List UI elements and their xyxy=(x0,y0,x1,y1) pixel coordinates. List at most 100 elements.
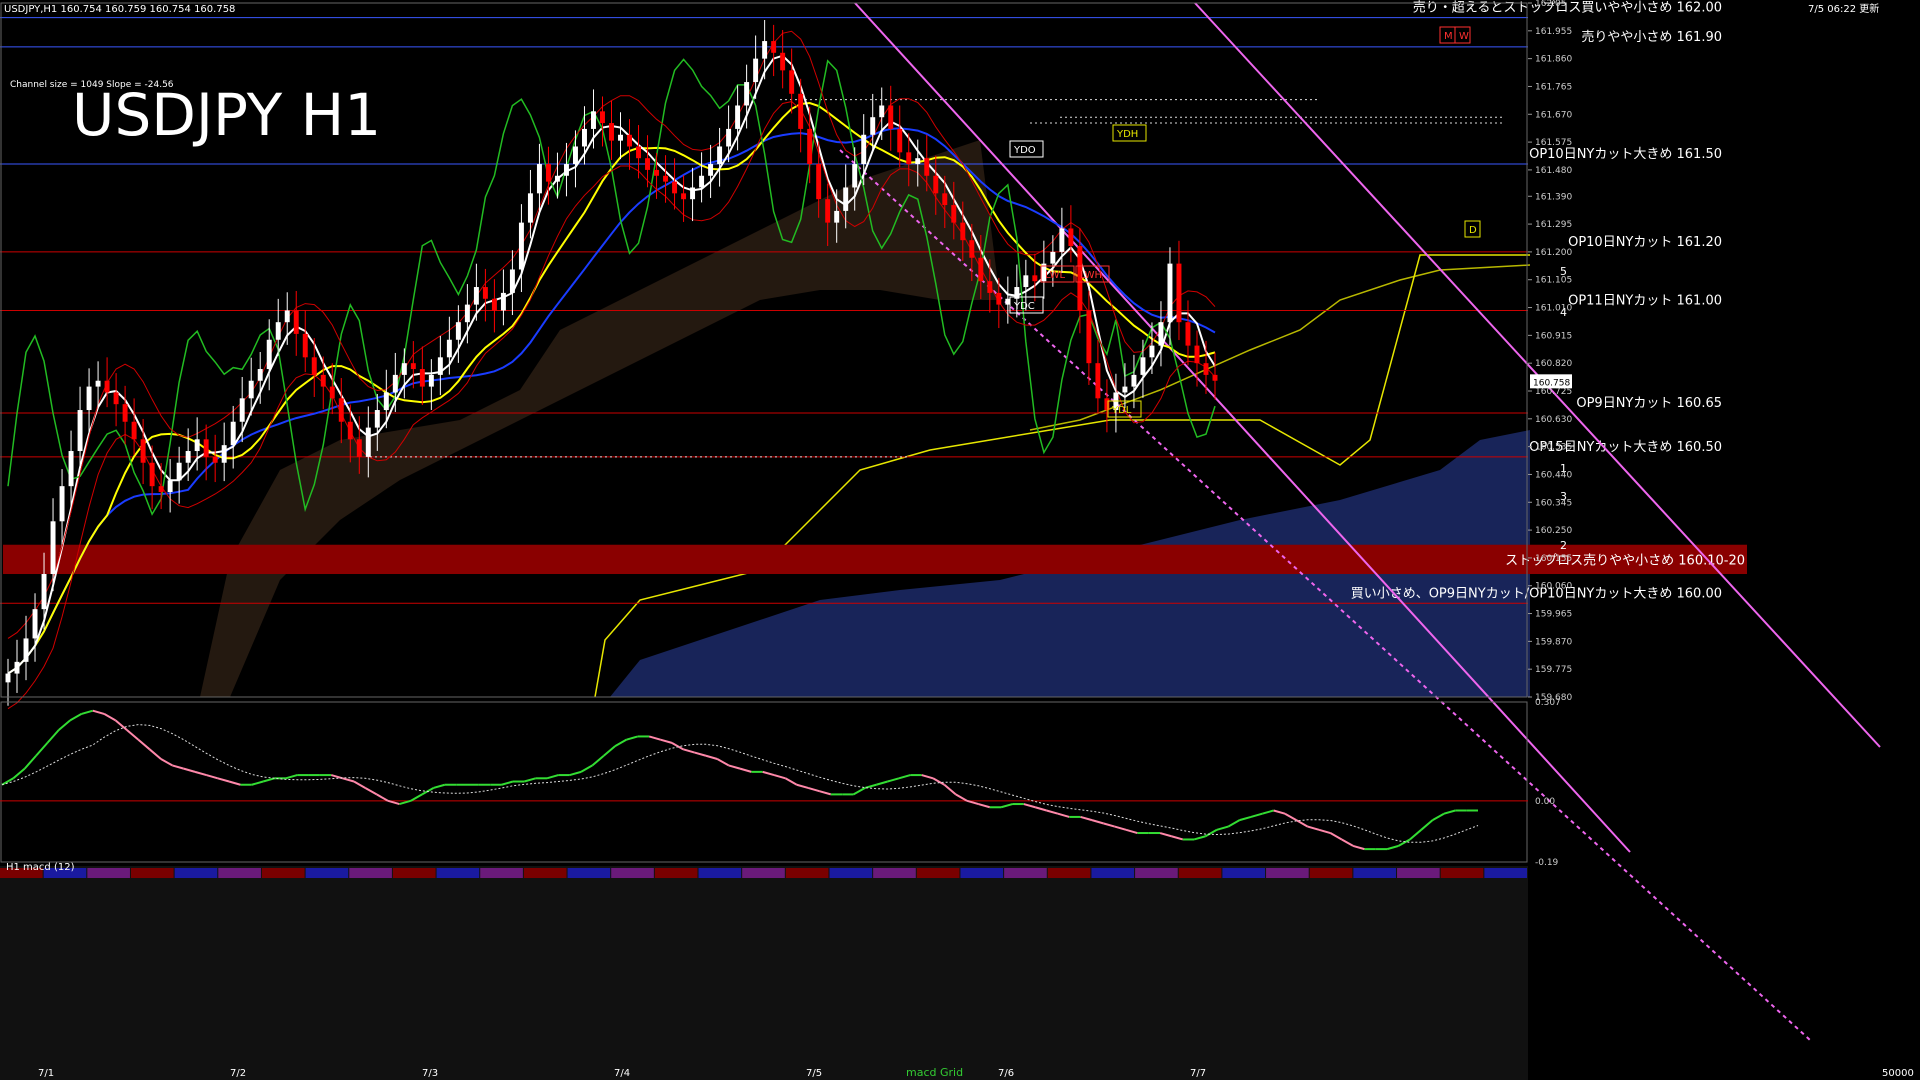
marker-w: W xyxy=(1459,31,1469,42)
x-tick-label: 7/5 xyxy=(806,1068,822,1079)
macd-tick-label: 0.307 xyxy=(1535,698,1561,708)
candle-body xyxy=(1194,345,1200,364)
candle-body xyxy=(996,292,1002,305)
time-axis-segment xyxy=(523,868,567,878)
candle-body xyxy=(762,41,768,59)
candle-body xyxy=(176,462,182,481)
candle-body xyxy=(861,134,867,165)
candle-body xyxy=(987,281,993,293)
candle-body xyxy=(140,439,146,463)
y-tick-label: 160.535 xyxy=(1535,443,1572,453)
time-axis-segment xyxy=(611,868,654,878)
candle-body xyxy=(473,287,479,305)
candle-body xyxy=(1122,386,1128,393)
candle-body xyxy=(14,661,20,674)
candle-body xyxy=(726,128,732,147)
candle-body xyxy=(888,105,894,129)
time-axis-segment xyxy=(1004,868,1047,878)
candle-body xyxy=(915,158,921,165)
time-axis-segment xyxy=(1353,868,1397,878)
stop-loss-zone-bar xyxy=(3,544,1747,575)
candle-body xyxy=(500,292,506,311)
candle-body xyxy=(1131,374,1137,387)
candle-body xyxy=(744,82,750,106)
candle-body xyxy=(645,158,651,170)
candle-body xyxy=(104,380,110,393)
candle-body xyxy=(59,486,65,522)
candle-body xyxy=(230,421,236,446)
marker-lwh: LWH xyxy=(1080,270,1102,281)
candle-body xyxy=(338,398,344,422)
y-tick-label: 160.155 xyxy=(1535,554,1572,564)
time-axis-segment xyxy=(1135,868,1178,878)
candle-body xyxy=(545,164,551,182)
marker-ydl: YDL xyxy=(1111,405,1132,416)
candle-body xyxy=(482,287,488,299)
candle-body xyxy=(816,164,822,200)
candle-body xyxy=(572,146,578,165)
symbol-line: USDJPY,H1 160.754 160.759 160.754 160.75… xyxy=(4,4,235,15)
candle-body xyxy=(464,304,470,323)
candle-body xyxy=(77,410,83,452)
candle-body xyxy=(365,427,371,457)
candle-body xyxy=(1095,363,1101,399)
candle-body xyxy=(852,164,858,188)
level-label: OP9日NYカット 160.65 xyxy=(1576,396,1722,411)
time-axis-segment xyxy=(1397,868,1440,878)
candle-body xyxy=(68,451,74,487)
candle-body xyxy=(951,205,957,223)
time-axis-segment xyxy=(1047,868,1091,878)
candle-body xyxy=(1104,398,1110,411)
candle-body xyxy=(527,193,533,223)
marker-d: D xyxy=(1469,225,1477,236)
candle-body xyxy=(347,421,353,440)
candle-body xyxy=(5,673,11,683)
time-axis-segment xyxy=(829,868,873,878)
marker-ydc: YDC xyxy=(1013,301,1035,312)
candle-body xyxy=(392,374,398,393)
candle-body xyxy=(509,269,515,293)
candle-body xyxy=(50,521,56,575)
candle-body xyxy=(582,128,587,147)
time-axis-segment xyxy=(1091,868,1135,878)
updated-time: 7/5 06:22 更新 xyxy=(1808,2,1879,15)
x-tick-label: 7/4 xyxy=(614,1068,630,1079)
candle-body xyxy=(131,421,137,440)
candle-body xyxy=(834,210,840,223)
time-axis-segment xyxy=(873,868,916,878)
y-tick-label: 161.765 xyxy=(1535,82,1572,92)
candle-body xyxy=(311,357,317,375)
candle-body xyxy=(897,128,903,153)
candle-body xyxy=(1068,228,1074,247)
candle-body xyxy=(446,339,452,358)
candle-body xyxy=(374,410,380,428)
candle-body xyxy=(302,333,308,358)
y-tick-label: 161.670 xyxy=(1535,110,1572,120)
time-axis-segment xyxy=(174,868,218,878)
y-tick-label: 161.105 xyxy=(1535,276,1572,286)
y-tick-label: 160.440 xyxy=(1535,470,1572,480)
y-tick-label: 162.05 xyxy=(1535,0,1567,9)
candle-body xyxy=(239,398,245,422)
price-chart: ストップロス売りやや小さめ 160.10-20 売り・超えるとストップロス買いや… xyxy=(0,0,1920,1080)
candle-body xyxy=(753,58,759,83)
candle-body xyxy=(906,152,912,165)
time-axis-segment xyxy=(392,868,436,878)
y-tick-label: 160.725 xyxy=(1535,387,1572,397)
bottom-value: 50000 xyxy=(1882,1068,1914,1079)
candle-body xyxy=(681,193,687,200)
candle-body xyxy=(1086,310,1092,364)
time-axis-segment xyxy=(1484,868,1527,878)
time-axis-segment xyxy=(480,868,523,878)
candle-body xyxy=(221,445,227,463)
candle-body xyxy=(1158,322,1164,346)
candle-body xyxy=(194,439,200,452)
candle-body xyxy=(933,175,939,194)
candle-body xyxy=(32,609,38,639)
candle-body xyxy=(1059,228,1065,252)
y-tick-label: 161.480 xyxy=(1535,166,1572,176)
candle-body xyxy=(969,240,975,258)
candle-body xyxy=(1149,345,1155,358)
candle-body xyxy=(870,117,876,135)
candle-body xyxy=(41,574,47,610)
